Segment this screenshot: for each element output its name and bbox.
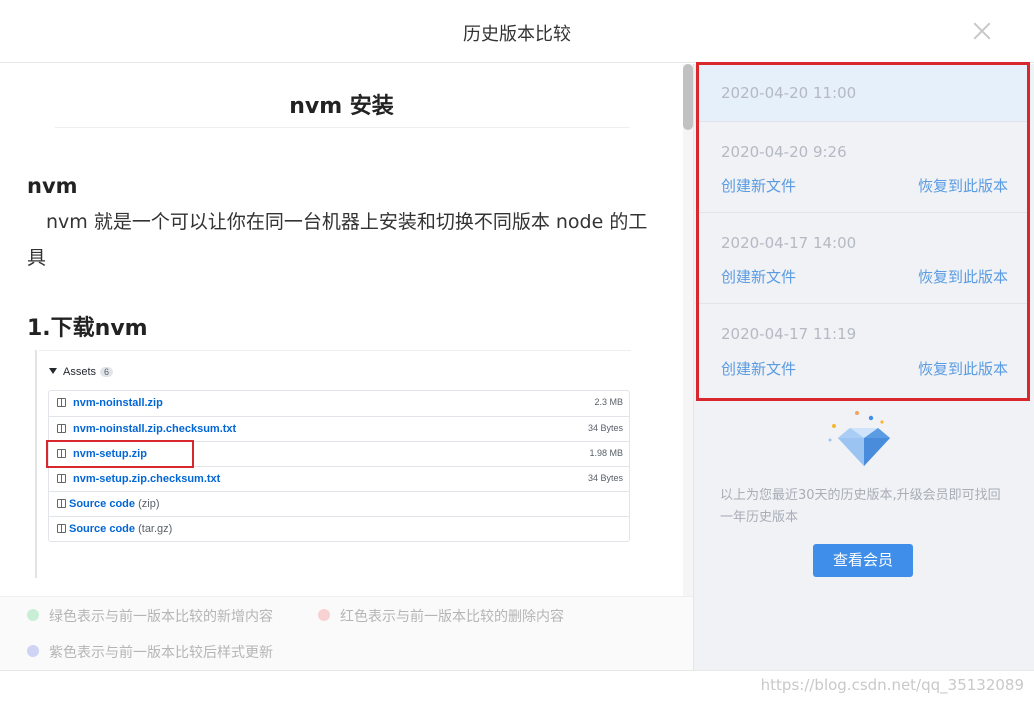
source-ext: (tar.gz) — [138, 523, 173, 535]
view-membership-button[interactable]: 查看会员 — [813, 544, 913, 577]
asset-size: 1.98 MB — [589, 448, 623, 458]
asset-row: nvm-noinstall.zip.checksum.txt 34 Bytes — [49, 416, 629, 441]
diamond-icon — [824, 410, 894, 474]
asset-name: nvm-noinstall.zip.checksum.txt — [73, 423, 237, 435]
source-name: Source code (tar.gz) — [69, 523, 172, 535]
file-zip-icon — [57, 524, 66, 533]
watermark-text: https://blog.csdn.net/qq_35132089 — [760, 676, 1024, 694]
red-dot-icon — [318, 609, 330, 621]
assets-header: Assets 6 — [49, 366, 114, 378]
asset-row: nvm-noinstall.zip 2.3 MB — [49, 391, 629, 416]
dialog-footer: https://blog.csdn.net/qq_35132089 — [0, 670, 1034, 702]
dialog-title: 历史版本比较 — [463, 24, 571, 45]
document-title: nvm 安装 — [289, 94, 394, 119]
asset-name: nvm-noinstall.zip — [73, 397, 163, 409]
diff-legend: 绿色表示与前一版本比较的新增内容 红色表示与前一版本比较的删除内容 紫色表示与前… — [0, 596, 693, 670]
asset-row: nvm-setup.zip.checksum.txt 34 Bytes — [49, 466, 629, 491]
package-icon — [57, 424, 66, 433]
source-label: Source code — [69, 498, 136, 510]
assets-count: 6 — [100, 367, 114, 377]
document-scrollbar[interactable] — [683, 64, 693, 670]
assets-label: Assets — [63, 366, 97, 378]
source-label: Source code — [69, 523, 136, 535]
annotation-highlight-box — [46, 440, 194, 468]
intro-paragraph: nvm 就是一个可以让你在同一台机器上安装和切换不同版本 node 的工具 — [27, 211, 648, 269]
asset-size: 34 Bytes — [587, 423, 623, 433]
package-icon — [57, 474, 66, 483]
asset-size: 2.3 MB — [594, 397, 623, 407]
legend-removed: 红色表示与前一版本比较的删除内容 — [340, 609, 564, 625]
asset-name: nvm-setup.zip.checksum.txt — [73, 473, 221, 485]
source-name: Source code (zip) — [69, 498, 159, 510]
legend-added: 绿色表示与前一版本比较的新增内容 — [49, 609, 273, 625]
legend-style-changed: 紫色表示与前一版本比较后样式更新 — [49, 645, 273, 661]
source-ext: (zip) — [138, 498, 160, 510]
history-promo-text: 以上为您最近30天的历史版本,升级会员即可找回一年历史版本 — [720, 488, 1001, 525]
annotation-highlight-box — [696, 62, 1030, 401]
asset-size: 34 Bytes — [587, 473, 623, 483]
document-preview: nvm 安装 nvm nvm 就是一个可以让你在同一台机器上安装和切换不同版本 … — [0, 64, 693, 670]
download-heading: 1.下载nvm — [27, 316, 148, 341]
source-row: Source code (tar.gz) — [49, 516, 629, 541]
package-icon — [57, 398, 66, 407]
section-heading: nvm — [27, 174, 78, 198]
caret-down-icon — [49, 368, 57, 374]
history-compare-dialog: 历史版本比较 nvm 安装 nvm nvm 就是一个可以让你在同一台机器上安装和… — [0, 0, 1034, 702]
source-row: Source code (zip) — [49, 491, 629, 516]
purple-dot-icon — [27, 645, 39, 657]
title-divider — [55, 127, 629, 128]
dialog-header: 历史版本比较 — [0, 0, 1034, 63]
screenshot-divider — [39, 350, 631, 351]
scrollbar-thumb[interactable] — [683, 64, 693, 130]
green-dot-icon — [27, 609, 39, 621]
close-icon[interactable] — [970, 19, 994, 43]
file-zip-icon — [57, 499, 66, 508]
